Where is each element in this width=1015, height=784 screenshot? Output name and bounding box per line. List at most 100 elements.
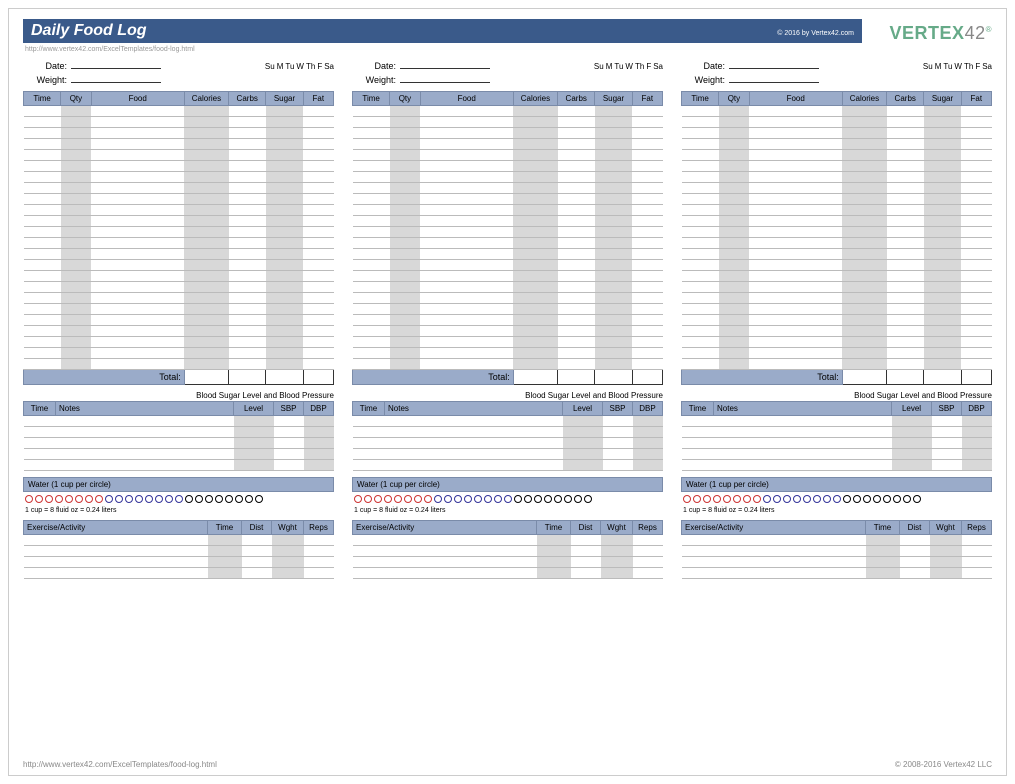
food-cell[interactable] (91, 359, 184, 370)
food-cell[interactable] (420, 106, 513, 117)
food-cell[interactable] (420, 359, 513, 370)
food-cell[interactable] (24, 161, 61, 172)
exercise-cell[interactable] (962, 535, 992, 546)
food-cell[interactable] (595, 128, 632, 139)
food-cell[interactable] (353, 172, 390, 183)
bp-cell[interactable] (603, 460, 633, 471)
bp-cell[interactable] (304, 449, 334, 460)
food-cell[interactable] (842, 128, 886, 139)
food-cell[interactable] (303, 315, 333, 326)
food-cell[interactable] (595, 117, 632, 128)
food-cell[interactable] (303, 282, 333, 293)
exercise-cell[interactable] (930, 535, 962, 546)
food-cell[interactable] (749, 227, 842, 238)
food-cell[interactable] (887, 139, 924, 150)
food-cell[interactable] (184, 194, 228, 205)
food-cell[interactable] (420, 337, 513, 348)
food-cell[interactable] (887, 161, 924, 172)
food-cell[interactable] (749, 205, 842, 216)
food-cell[interactable] (229, 194, 266, 205)
water-circles[interactable] (681, 492, 992, 506)
bp-cell[interactable] (304, 427, 334, 438)
water-circle-icon[interactable] (813, 495, 821, 503)
food-cell[interactable] (961, 205, 991, 216)
food-cell[interactable] (924, 172, 961, 183)
day-selector[interactable]: SuMTuWThFSa (921, 62, 992, 71)
food-cell[interactable] (558, 150, 595, 161)
food-cell[interactable] (303, 227, 333, 238)
food-cell[interactable] (749, 282, 842, 293)
food-cell[interactable] (595, 337, 632, 348)
water-circle-icon[interactable] (863, 495, 871, 503)
food-cell[interactable] (682, 293, 719, 304)
water-circle-icon[interactable] (534, 495, 542, 503)
food-cell[interactable] (24, 128, 61, 139)
water-circle-icon[interactable] (574, 495, 582, 503)
bp-cell[interactable] (274, 416, 304, 427)
exercise-cell[interactable] (866, 546, 900, 557)
bp-cell[interactable] (633, 438, 663, 449)
food-cell[interactable] (420, 348, 513, 359)
food-cell[interactable] (682, 260, 719, 271)
bp-cell[interactable] (714, 449, 892, 460)
food-cell[interactable] (842, 271, 886, 282)
food-cell[interactable] (924, 249, 961, 260)
food-cell[interactable] (682, 249, 719, 260)
food-cell[interactable] (595, 348, 632, 359)
food-cell[interactable] (595, 326, 632, 337)
food-cell[interactable] (91, 216, 184, 227)
bp-cell[interactable] (682, 427, 714, 438)
total-sugar[interactable] (595, 370, 632, 385)
food-cell[interactable] (924, 326, 961, 337)
food-cell[interactable] (24, 150, 61, 161)
food-cell[interactable] (229, 271, 266, 282)
food-cell[interactable] (513, 150, 557, 161)
food-cell[interactable] (595, 282, 632, 293)
exercise-cell[interactable] (353, 546, 537, 557)
food-cell[interactable] (266, 249, 303, 260)
food-cell[interactable] (303, 139, 333, 150)
food-cell[interactable] (303, 194, 333, 205)
food-cell[interactable] (842, 216, 886, 227)
food-cell[interactable] (266, 161, 303, 172)
food-cell[interactable] (719, 161, 749, 172)
food-cell[interactable] (595, 271, 632, 282)
exercise-cell[interactable] (208, 568, 242, 579)
exercise-cell[interactable] (208, 557, 242, 568)
food-cell[interactable] (303, 161, 333, 172)
bp-cell[interactable] (603, 449, 633, 460)
bp-cell[interactable] (385, 449, 563, 460)
bp-cell[interactable] (274, 460, 304, 471)
food-cell[interactable] (719, 227, 749, 238)
food-cell[interactable] (924, 183, 961, 194)
food-cell[interactable] (682, 161, 719, 172)
food-cell[interactable] (184, 271, 228, 282)
food-cell[interactable] (961, 260, 991, 271)
water-circle-icon[interactable] (763, 495, 771, 503)
food-cell[interactable] (390, 194, 420, 205)
bp-cell[interactable] (385, 416, 563, 427)
exercise-cell[interactable] (866, 557, 900, 568)
food-cell[interactable] (353, 117, 390, 128)
food-cell[interactable] (632, 172, 662, 183)
water-circle-icon[interactable] (45, 495, 53, 503)
food-cell[interactable] (229, 337, 266, 348)
bp-cell[interactable] (353, 416, 385, 427)
food-cell[interactable] (632, 117, 662, 128)
food-cell[interactable] (961, 326, 991, 337)
food-cell[interactable] (24, 249, 61, 260)
food-cell[interactable] (842, 227, 886, 238)
water-circle-icon[interactable] (773, 495, 781, 503)
exercise-cell[interactable] (272, 535, 304, 546)
food-cell[interactable] (961, 348, 991, 359)
food-cell[interactable] (24, 194, 61, 205)
food-cell[interactable] (961, 216, 991, 227)
food-cell[interactable] (719, 304, 749, 315)
food-cell[interactable] (558, 117, 595, 128)
food-cell[interactable] (390, 161, 420, 172)
food-cell[interactable] (961, 249, 991, 260)
water-circle-icon[interactable] (544, 495, 552, 503)
food-cell[interactable] (266, 282, 303, 293)
bp-cell[interactable] (633, 416, 663, 427)
food-cell[interactable] (924, 205, 961, 216)
